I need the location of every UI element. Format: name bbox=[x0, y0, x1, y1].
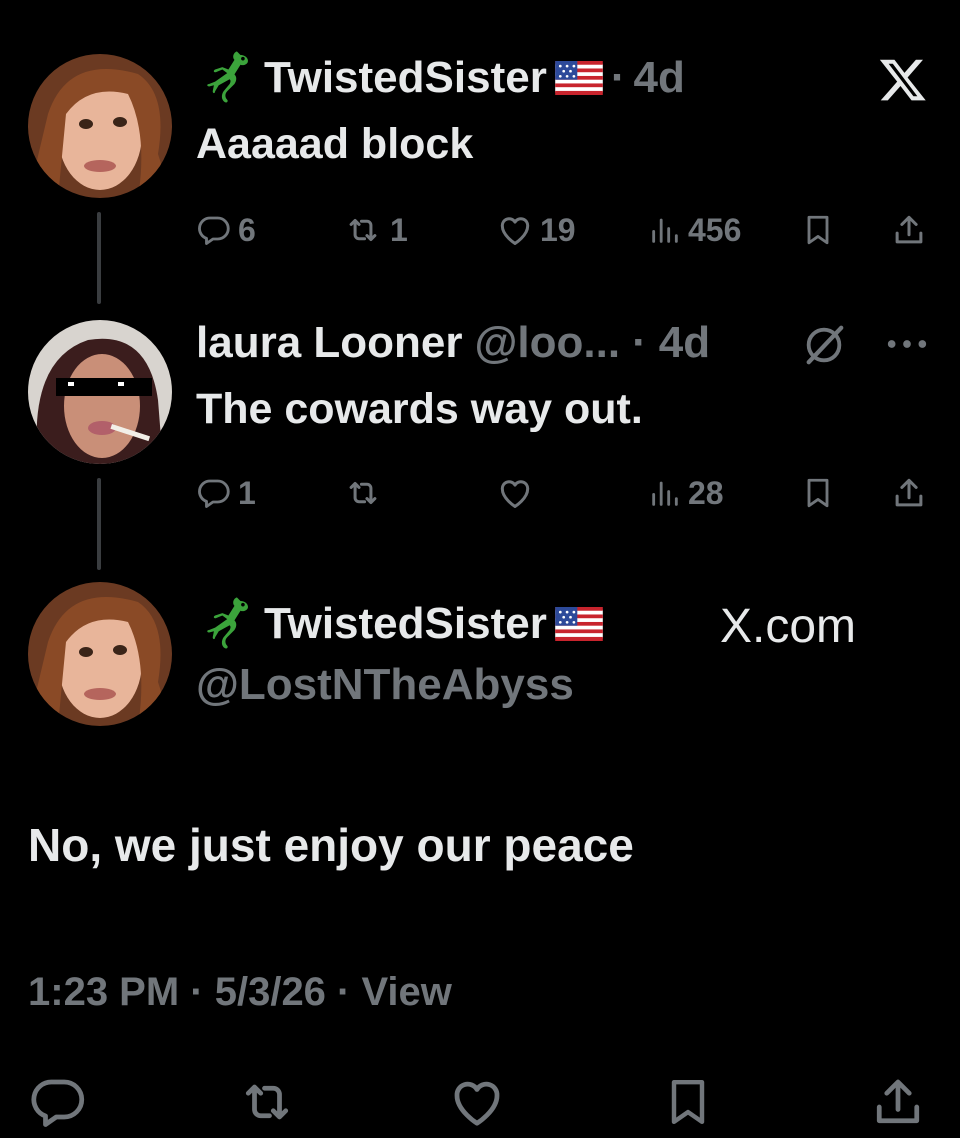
watermark-text: X.com bbox=[720, 599, 857, 653]
retweet-icon bbox=[342, 211, 384, 249]
share-icon bbox=[890, 474, 928, 512]
tweet1-header: TwistedSister · 4d bbox=[196, 48, 685, 108]
tweet2-actions: 1 28 bbox=[196, 468, 936, 518]
tweet-text: Aaaaad block bbox=[196, 120, 474, 168]
display-name[interactable]: TwistedSister bbox=[264, 599, 547, 649]
like-button[interactable] bbox=[496, 468, 534, 518]
bookmark-icon bbox=[800, 212, 836, 248]
us-flag-emoji bbox=[555, 607, 603, 641]
share-icon[interactable] bbox=[868, 1072, 928, 1132]
reply-count: 1 bbox=[238, 474, 256, 511]
x-logo-icon bbox=[876, 55, 930, 105]
like-count: 19 bbox=[540, 211, 576, 248]
us-flag-emoji bbox=[555, 61, 603, 95]
handle[interactable]: @LostNTheAbyss bbox=[196, 660, 574, 710]
tweet-text: The cowards way out. bbox=[196, 385, 643, 433]
bookmark-button[interactable] bbox=[800, 468, 836, 518]
views-icon bbox=[648, 475, 682, 511]
share-button[interactable] bbox=[890, 468, 928, 518]
views-button[interactable]: 456 bbox=[648, 205, 741, 255]
tweet-time[interactable]: 4d bbox=[633, 53, 684, 103]
main-tweet-actions bbox=[0, 1070, 960, 1138]
retweet-icon[interactable] bbox=[234, 1072, 300, 1132]
avatar-twistedsister[interactable] bbox=[28, 54, 172, 198]
thread-connector bbox=[97, 478, 101, 570]
tweet1-actions: 6 1 19 456 bbox=[196, 205, 936, 255]
avatar-laura-looner[interactable] bbox=[28, 320, 172, 464]
reply-icon bbox=[196, 212, 232, 248]
display-name[interactable]: TwistedSister bbox=[264, 53, 547, 103]
tweet-timestamp[interactable]: 1:23 PM · 5/3/26 · View bbox=[28, 970, 452, 1015]
reply-icon[interactable] bbox=[28, 1072, 88, 1132]
bookmark-button[interactable] bbox=[800, 205, 836, 255]
share-button[interactable] bbox=[890, 205, 928, 255]
avatar-twistedsister[interactable] bbox=[28, 582, 172, 726]
grok-icon[interactable] bbox=[800, 322, 848, 368]
share-icon bbox=[890, 211, 928, 249]
tweet-time[interactable]: 4d bbox=[659, 318, 710, 368]
bookmark-icon bbox=[800, 475, 836, 511]
separator-dot: · bbox=[632, 318, 647, 367]
reply-button[interactable]: 6 bbox=[196, 205, 256, 255]
views-count: 456 bbox=[688, 211, 742, 248]
like-icon bbox=[496, 211, 534, 249]
gecko-emoji bbox=[196, 595, 256, 653]
retweet-button[interactable] bbox=[342, 468, 384, 518]
like-icon[interactable] bbox=[446, 1072, 508, 1132]
more-options-icon[interactable] bbox=[884, 330, 930, 358]
retweet-icon bbox=[342, 474, 384, 512]
views-count: 28 bbox=[688, 474, 724, 511]
gecko-emoji bbox=[196, 49, 256, 107]
tweet2-header: laura Looner @loo... · 4d bbox=[196, 314, 710, 372]
retweet-count: 1 bbox=[390, 211, 408, 248]
reply-button[interactable]: 1 bbox=[196, 468, 256, 518]
views-button[interactable]: 28 bbox=[648, 468, 724, 518]
like-button[interactable]: 19 bbox=[496, 205, 576, 255]
x-com-watermark: X.com bbox=[720, 598, 856, 654]
thread-connector bbox=[97, 212, 101, 304]
reply-count: 6 bbox=[238, 211, 256, 248]
retweet-button[interactable]: 1 bbox=[342, 205, 408, 255]
handle[interactable]: @loo... bbox=[475, 318, 621, 368]
reply-icon bbox=[196, 475, 232, 511]
separator-dot: · bbox=[610, 53, 626, 102]
bookmark-icon[interactable] bbox=[660, 1072, 716, 1132]
main-tweet-header: TwistedSister bbox=[196, 594, 603, 654]
main-tweet-text: No, we just enjoy our peace bbox=[28, 819, 634, 871]
like-icon bbox=[496, 474, 534, 512]
display-name[interactable]: laura Looner bbox=[196, 318, 463, 368]
views-icon bbox=[648, 212, 682, 248]
